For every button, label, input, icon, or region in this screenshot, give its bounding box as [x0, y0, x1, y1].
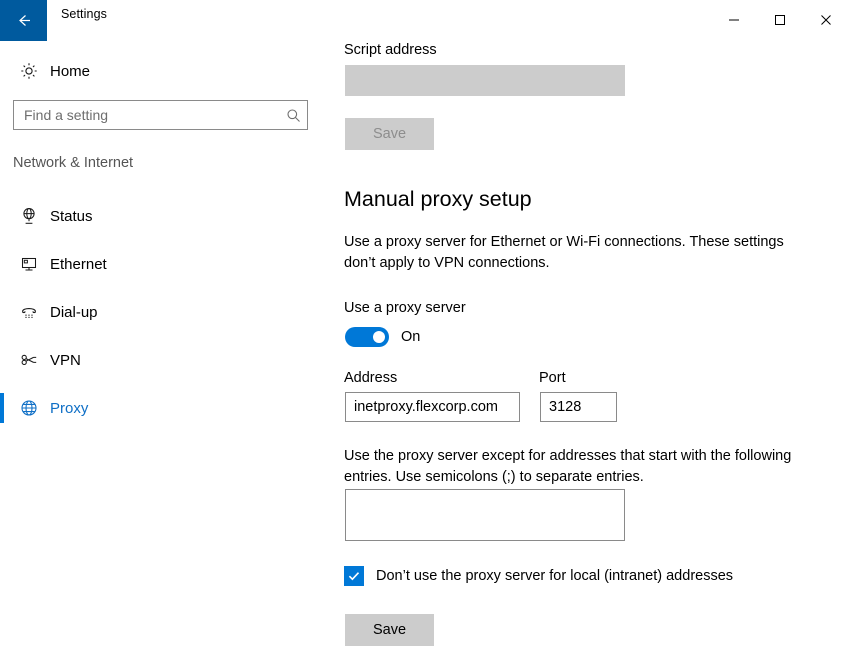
ethernet-icon: [12, 254, 46, 274]
selection-accent-bar: [0, 297, 4, 327]
close-button[interactable]: [803, 0, 849, 42]
sidebar-nav-list: Status Ethernet Dial-up VPN Proxy: [0, 192, 330, 432]
sidebar: Home Network & Internet Status: [0, 42, 330, 663]
address-label: Address: [344, 370, 398, 386]
selection-accent-bar: [0, 393, 4, 423]
window-title: Settings: [61, 7, 107, 21]
minimize-button[interactable]: [711, 0, 757, 42]
vpn-icon: [12, 350, 46, 370]
search-box[interactable]: [13, 100, 308, 130]
globe-status-icon: [12, 206, 46, 226]
sidebar-item-proxy[interactable]: Proxy: [0, 384, 330, 432]
gear-icon: [12, 61, 46, 81]
toggle-knob: [373, 331, 385, 343]
maximize-icon: [774, 14, 786, 29]
selection-accent-bar: [0, 345, 4, 375]
sidebar-item-ethernet[interactable]: Ethernet: [0, 240, 330, 288]
manual-proxy-setup-description: Use a proxy server for Ethernet or Wi-Fi…: [344, 234, 784, 271]
local-bypass-checkbox-row[interactable]: Don’t use the proxy server for local (in…: [344, 566, 733, 586]
sidebar-item-label: Proxy: [50, 399, 89, 417]
back-button[interactable]: [0, 0, 47, 41]
local-bypass-label: Don’t use the proxy server for local (in…: [376, 568, 734, 584]
main-content: Script address Save Manual proxy setup U…: [330, 42, 849, 663]
checkbox-checked-icon[interactable]: [344, 566, 364, 586]
sidebar-item-label: Dial-up: [50, 303, 98, 321]
maximize-button[interactable]: [757, 0, 803, 42]
use-proxy-server-state: On: [401, 329, 421, 345]
sidebar-item-status[interactable]: Status: [0, 192, 330, 240]
manual-proxy-setup-title: Manual proxy setup: [344, 187, 532, 211]
script-address-label: Script address: [344, 42, 437, 58]
title-bar: Settings: [0, 0, 849, 42]
use-proxy-server-toggle[interactable]: [345, 327, 389, 347]
script-save-button[interactable]: Save: [345, 118, 434, 150]
search-input[interactable]: [14, 102, 279, 128]
minimize-icon: [728, 14, 740, 29]
exceptions-description: Use the proxy server except for addresse…: [344, 448, 792, 485]
address-input[interactable]: [345, 392, 520, 422]
script-address-input: [345, 65, 625, 96]
sidebar-item-vpn[interactable]: VPN: [0, 336, 330, 384]
window-controls: [711, 0, 849, 42]
sidebar-item-home-label: Home: [50, 62, 91, 80]
port-input[interactable]: [540, 392, 617, 422]
selection-accent-bar: [0, 201, 4, 231]
back-arrow-icon: [15, 12, 32, 29]
selection-accent-bar: [0, 249, 4, 279]
port-label: Port: [539, 370, 566, 386]
globe-proxy-icon: [12, 398, 46, 418]
dial-up-icon: [12, 302, 46, 322]
sidebar-item-label: VPN: [50, 351, 81, 369]
exceptions-input[interactable]: [345, 489, 625, 541]
manual-proxy-save-button[interactable]: Save: [345, 614, 434, 646]
close-icon: [820, 14, 832, 29]
search-icon: [279, 108, 307, 123]
sidebar-category-heading: Network & Internet: [13, 155, 134, 171]
sidebar-item-label: Ethernet: [50, 255, 107, 273]
sidebar-item-dial-up[interactable]: Dial-up: [0, 288, 330, 336]
sidebar-item-label: Status: [50, 207, 93, 225]
use-proxy-server-label: Use a proxy server: [344, 300, 466, 316]
sidebar-item-home[interactable]: Home: [0, 53, 330, 89]
